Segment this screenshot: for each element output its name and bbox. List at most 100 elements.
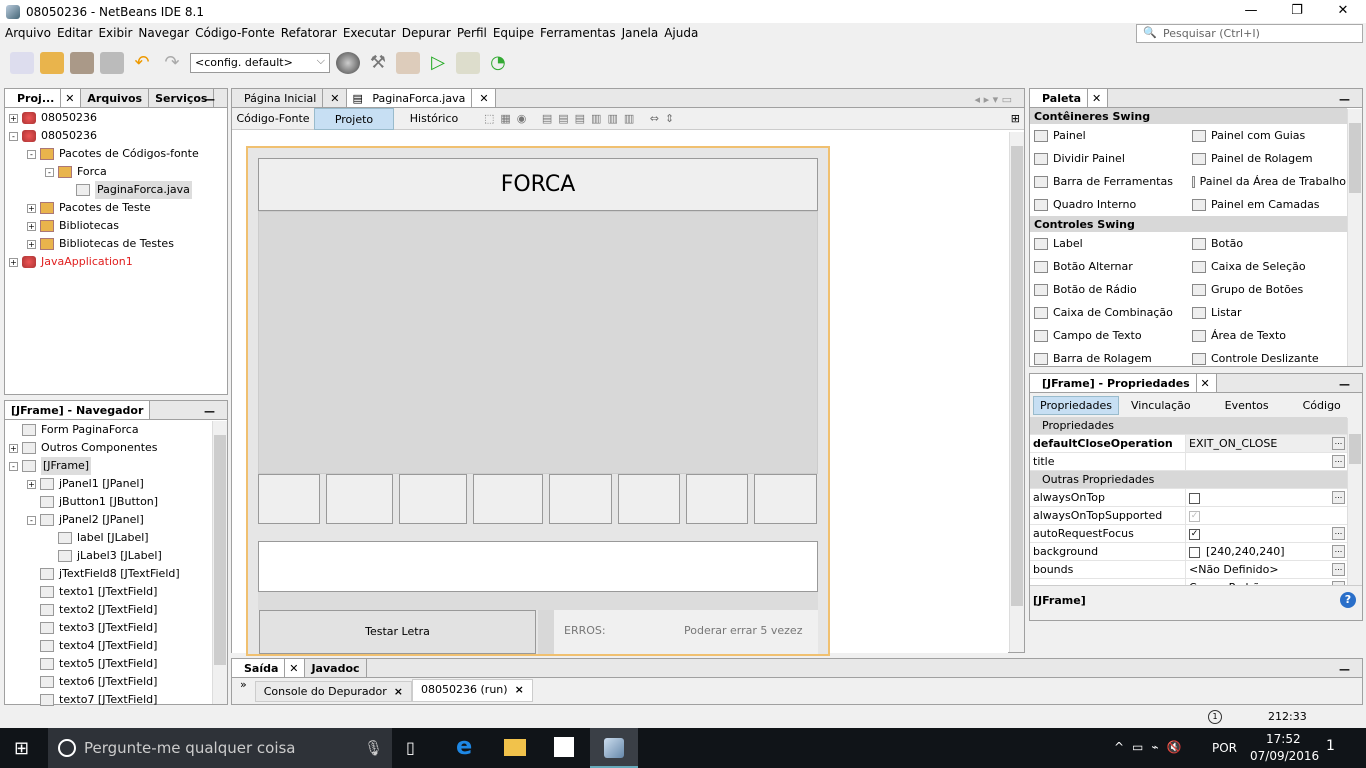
notifications-icon[interactable]: 1 bbox=[1208, 710, 1222, 724]
properties-scrollbar[interactable] bbox=[1347, 418, 1362, 586]
minimize-button[interactable]: — bbox=[1228, 0, 1274, 23]
minimize-panel-button[interactable]: — bbox=[198, 402, 221, 421]
new-file-icon[interactable] bbox=[10, 52, 34, 74]
expand-icon[interactable]: + bbox=[27, 479, 36, 489]
tree-item[interactable]: +08050236 bbox=[9, 109, 223, 127]
debug-icon[interactable] bbox=[456, 52, 480, 74]
tab-nav-icons[interactable]: ◂ ▸ ▾ ▭ bbox=[969, 90, 1018, 109]
tree-line[interactable] bbox=[45, 534, 54, 543]
file-explorer-icon[interactable] bbox=[504, 739, 526, 756]
checkbox[interactable]: ✓ bbox=[1189, 510, 1200, 522]
jframe-form[interactable]: FORCA Testar Letra ERROS: Poderar errar … bbox=[246, 146, 830, 656]
edit-property-button[interactable]: ... bbox=[1332, 437, 1345, 450]
palette-scrollbar[interactable] bbox=[1347, 109, 1362, 366]
edit-property-button[interactable]: ... bbox=[1332, 491, 1345, 504]
expand-icon[interactable]: + bbox=[9, 257, 18, 267]
menu-12[interactable]: Ajuda bbox=[663, 24, 703, 44]
edit-property-button[interactable]: ... bbox=[1332, 545, 1345, 558]
run-icon[interactable]: ▷ bbox=[426, 52, 450, 74]
palette-item[interactable]: Painel de Rolagem bbox=[1188, 152, 1346, 165]
tree-item[interactable]: texto6 [JTextField] bbox=[9, 673, 223, 691]
prop-tab-0[interactable]: Propriedades bbox=[1033, 395, 1119, 415]
action-center-icon[interactable]: 1 bbox=[1326, 738, 1335, 754]
tree-item[interactable]: - Forca bbox=[9, 163, 223, 181]
save-all-icon[interactable] bbox=[100, 52, 124, 74]
property-value[interactable]: ✓ bbox=[1186, 507, 1347, 524]
close-button[interactable]: ✕ bbox=[1320, 0, 1366, 23]
property-value[interactable]: [240,240,240]... bbox=[1186, 543, 1347, 560]
windows-start-icon[interactable]: ⊞ bbox=[14, 738, 29, 759]
tab-pagina-inicial[interactable]: Página Inicial ✕ bbox=[232, 89, 347, 108]
palette-item[interactable]: Caixa de Seleção bbox=[1188, 260, 1346, 273]
config-select[interactable]: <config. default> bbox=[190, 53, 330, 73]
palette-section-header[interactable]: Controles Swing bbox=[1030, 216, 1347, 232]
tree-line[interactable] bbox=[27, 588, 36, 597]
tree-item[interactable]: + Bibliotecas de Testes bbox=[9, 235, 223, 253]
palette-item[interactable]: Painel bbox=[1030, 129, 1188, 142]
property-row[interactable]: alwaysOnTop... bbox=[1030, 489, 1347, 507]
maximize-button[interactable]: ❐ bbox=[1274, 0, 1320, 23]
tree-line[interactable] bbox=[27, 642, 36, 651]
menu-9[interactable]: Equipe bbox=[492, 24, 539, 44]
tree-line[interactable] bbox=[27, 660, 36, 669]
build-icon[interactable]: ⚒ bbox=[366, 52, 390, 74]
redo-icon[interactable]: ↷ bbox=[160, 52, 184, 74]
tab-debugger-console[interactable]: Console do Depurador × bbox=[254, 681, 413, 702]
tab-run[interactable]: 08050236 (run) × bbox=[412, 679, 533, 702]
store-icon[interactable] bbox=[554, 737, 574, 757]
expand-icon[interactable]: + bbox=[9, 113, 18, 123]
tree-item[interactable]: jTextField8 [JTextField] bbox=[9, 565, 223, 583]
open-project-icon[interactable] bbox=[70, 52, 94, 74]
menu-2[interactable]: Exibir bbox=[97, 24, 137, 44]
tab-paginaforca[interactable]: ▤ PaginaForca.java ✕ bbox=[346, 89, 496, 108]
clock-time[interactable]: 17:52 bbox=[1266, 732, 1301, 746]
menu-11[interactable]: Janela bbox=[621, 24, 664, 44]
letter-field-2[interactable] bbox=[326, 474, 393, 524]
collapse-icon[interactable]: - bbox=[27, 149, 36, 159]
tab-javadoc[interactable]: Javadoc bbox=[305, 659, 367, 677]
prop-tab-3[interactable]: Código bbox=[1297, 397, 1347, 414]
tree-item[interactable]: texto4 [JTextField] bbox=[9, 637, 223, 655]
collapse-icon[interactable]: - bbox=[9, 131, 18, 141]
property-group[interactable]: Outras Propriedades bbox=[1030, 471, 1347, 489]
letter-field-4[interactable] bbox=[473, 474, 543, 524]
tree-item[interactable]: jLabel3 [JLabel] bbox=[9, 547, 223, 565]
property-value[interactable]: ... bbox=[1186, 489, 1347, 506]
property-row[interactable]: alwaysOnTopSupported ✓ bbox=[1030, 507, 1347, 525]
palette-item[interactable]: Label bbox=[1030, 237, 1188, 250]
collapse-icon[interactable]: - bbox=[27, 515, 36, 525]
tree-item[interactable]: texto1 [JTextField] bbox=[9, 583, 223, 601]
expand-icon[interactable]: + bbox=[27, 239, 36, 249]
edit-property-button[interactable]: ... bbox=[1332, 455, 1345, 468]
microphone-icon[interactable]: 🎙 bbox=[364, 728, 383, 768]
menu-6[interactable]: Executar bbox=[342, 24, 401, 44]
help-icon[interactable]: ? bbox=[1340, 592, 1356, 608]
checkbox[interactable]: ✓ bbox=[1189, 528, 1200, 540]
minimize-panel-button[interactable]: — bbox=[1333, 375, 1356, 394]
letter-field-5[interactable] bbox=[549, 474, 612, 524]
language-indicator[interactable]: POR bbox=[1212, 741, 1237, 755]
palette-item[interactable]: Painel em Camadas bbox=[1188, 198, 1346, 211]
tree-item[interactable]: texto2 [JTextField] bbox=[9, 601, 223, 619]
tree-item[interactable]: PaginaForca.java bbox=[9, 181, 223, 199]
minimize-panel-button[interactable]: — bbox=[1333, 660, 1356, 679]
edit-property-button[interactable]: ... bbox=[1332, 563, 1345, 576]
tree-line[interactable] bbox=[27, 570, 36, 579]
system-tray-icons[interactable]: ^▭⌁🔇 bbox=[1114, 740, 1190, 754]
expand-icon[interactable]: + bbox=[27, 221, 36, 231]
tree-item[interactable]: + jPanel1 [JPanel] bbox=[9, 475, 223, 493]
letter-field-7[interactable] bbox=[686, 474, 748, 524]
prop-tab-1[interactable]: Vinculação bbox=[1125, 397, 1197, 414]
palette-item[interactable]: Barra de Ferramentas bbox=[1030, 175, 1188, 188]
palette-item[interactable]: Caixa de Combinação bbox=[1030, 306, 1188, 319]
tab-output[interactable]: Saída ✕ bbox=[232, 659, 306, 678]
minimize-panel-button[interactable]: — bbox=[1333, 90, 1356, 109]
more-tabs-icon[interactable]: » bbox=[232, 678, 255, 691]
clock-date[interactable]: 07/09/2016 bbox=[1250, 749, 1319, 763]
palette-item[interactable]: Grupo de Botões bbox=[1188, 283, 1346, 296]
palette-item[interactable]: Painel da Área de Trabalho bbox=[1188, 175, 1346, 188]
tree-item[interactable]: - [JFrame] bbox=[9, 457, 223, 475]
palette-item[interactable]: Painel com Guias bbox=[1188, 129, 1346, 142]
expand-icon[interactable]: + bbox=[9, 443, 18, 453]
search-input[interactable]: 🔍 Pesquisar (Ctrl+I) bbox=[1136, 24, 1363, 43]
